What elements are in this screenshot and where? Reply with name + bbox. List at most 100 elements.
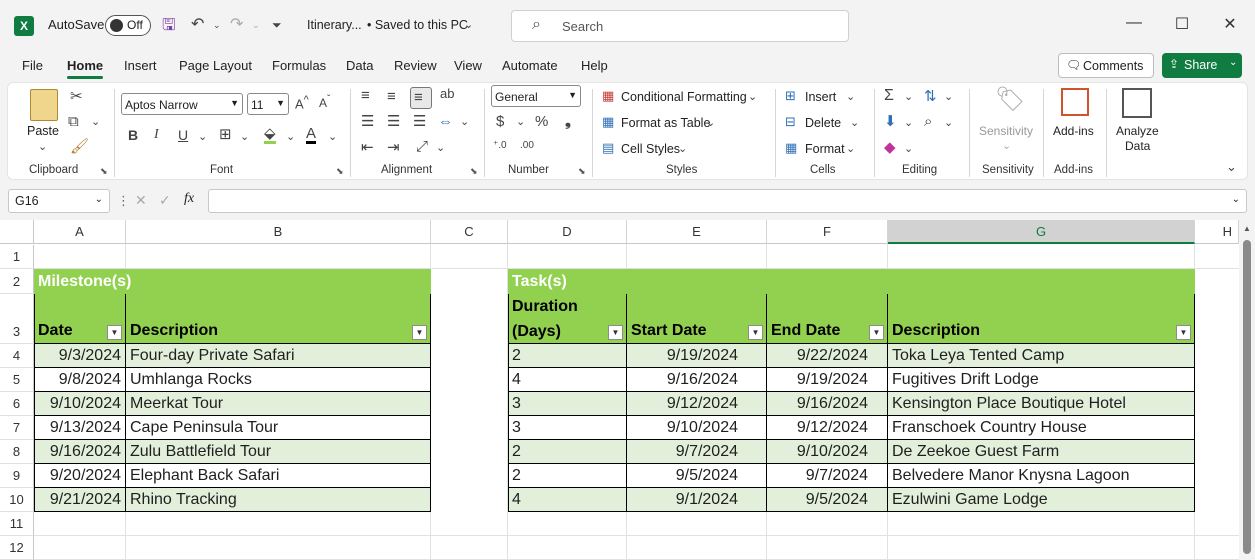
task-duration[interactable]: 2 xyxy=(508,344,627,368)
row-header-9[interactable]: 9 xyxy=(0,464,34,488)
milestone-date[interactable]: 9/8/2024 xyxy=(34,368,126,392)
task-start-date[interactable]: 9/19/2024 xyxy=(627,344,767,368)
chevron-down-icon[interactable]: ⌄ xyxy=(846,90,855,103)
row-header-7[interactable]: 7 xyxy=(0,416,34,440)
chevron-down-icon[interactable]: ⌄ xyxy=(91,115,100,128)
row-header-3[interactable]: 3 xyxy=(0,294,34,344)
format-as-table-button[interactable]: Format as Table xyxy=(621,116,710,130)
clear-icon[interactable]: ◆ xyxy=(884,140,896,155)
row-header-11[interactable]: 11 xyxy=(0,512,34,536)
analyze-data-button-line2[interactable]: Data xyxy=(1125,139,1150,153)
chevron-down-icon[interactable]: ⌄ xyxy=(904,142,913,155)
align-middle-icon[interactable]: ≡ xyxy=(387,89,396,104)
chevron-down-icon[interactable]: ⌄ xyxy=(748,90,757,103)
milestone-description[interactable]: Rhino Tracking xyxy=(126,488,431,512)
collapse-ribbon-icon[interactable]: ⌄ xyxy=(1226,159,1237,175)
dialog-launcher-icon[interactable]: ⬊ xyxy=(100,166,108,177)
filter-dropdown-icon[interactable]: ▼ xyxy=(869,325,884,340)
merge-center-icon[interactable]: ⇔ xyxy=(438,114,453,129)
task-end-date[interactable]: 9/19/2024 xyxy=(767,368,888,392)
cancel-icon[interactable]: ✕ xyxy=(135,192,147,209)
chevron-down-icon[interactable]: ⌄ xyxy=(944,90,953,103)
task-end-date[interactable]: 9/22/2024 xyxy=(767,344,888,368)
cell-styles-button[interactable]: Cell Styles xyxy=(621,142,680,156)
chevron-down-icon[interactable]: ⌄ xyxy=(198,130,207,143)
milestone-description[interactable]: Four-day Private Safari xyxy=(126,344,431,368)
share-button[interactable]: ⇪ Share ⌄ xyxy=(1162,53,1242,78)
milestones-header-description[interactable]: Description ▼ xyxy=(126,294,431,344)
tab-data[interactable]: Data xyxy=(346,58,373,73)
align-bottom-icon[interactable]: ≡ xyxy=(410,87,432,109)
dialog-launcher-icon[interactable]: ⬊ xyxy=(578,166,586,177)
row-header-12[interactable]: 12 xyxy=(0,536,34,560)
tab-page-layout[interactable]: Page Layout xyxy=(179,58,252,73)
task-end-date[interactable]: 9/5/2024 xyxy=(767,488,888,512)
task-duration[interactable]: 3 xyxy=(508,392,627,416)
tab-help[interactable]: Help xyxy=(581,58,608,73)
tasks-header-end-date[interactable]: End Date ▼ xyxy=(767,294,888,344)
font-name-select[interactable]: Aptos Narrow ▼ xyxy=(121,93,243,115)
number-format-select[interactable]: General ▼ xyxy=(491,85,581,107)
bold-icon[interactable]: B xyxy=(128,128,138,142)
tab-automate[interactable]: Automate xyxy=(502,58,558,73)
chevron-down-icon[interactable]: ⌄ xyxy=(516,115,525,128)
tab-home[interactable]: Home xyxy=(67,58,104,79)
close-icon[interactable]: ✕ xyxy=(1215,14,1245,34)
tasks-header-start-date[interactable]: Start Date ▼ xyxy=(627,294,767,344)
row-header-6[interactable]: 6 xyxy=(0,392,34,416)
row-header-1[interactable]: 1 xyxy=(0,245,34,269)
task-start-date[interactable]: 9/10/2024 xyxy=(627,416,767,440)
search-box[interactable]: ⌕ Search xyxy=(511,10,849,42)
chevron-down-icon[interactable]: ⌄ xyxy=(678,142,687,155)
row-header-5[interactable]: 5 xyxy=(0,368,34,392)
analyze-data-icon[interactable] xyxy=(1122,88,1152,118)
row-header-2[interactable]: 2 xyxy=(0,269,34,294)
chevron-down-icon[interactable]: ⌄ xyxy=(38,140,47,153)
delete-cells-icon[interactable]: ⊟ xyxy=(785,115,796,128)
insert-function-icon[interactable]: fx xyxy=(184,191,194,207)
chevron-down-icon[interactable]: ⌄ xyxy=(846,142,855,155)
chevron-down-icon[interactable]: ⌄ xyxy=(328,130,337,143)
vertical-scrollbar[interactable]: ▲ xyxy=(1239,220,1255,560)
increase-font-icon[interactable]: A^ xyxy=(295,95,309,111)
decrease-indent-icon[interactable]: ⇤ xyxy=(361,140,374,155)
sensitivity-icon[interactable]: 🏷 xyxy=(995,88,1025,112)
milestone-description[interactable]: Elephant Back Safari xyxy=(126,464,431,488)
scroll-up-icon[interactable]: ▲ xyxy=(1243,224,1251,233)
insert-cells-button[interactable]: Insert xyxy=(805,90,836,104)
underline-icon[interactable]: U xyxy=(178,128,188,142)
add-ins-icon[interactable] xyxy=(1061,88,1089,116)
tab-view[interactable]: View xyxy=(454,58,482,73)
filter-dropdown-icon[interactable]: ▼ xyxy=(107,325,122,340)
percent-icon[interactable]: % xyxy=(535,114,548,129)
name-box[interactable]: G16 ⌄ xyxy=(8,189,110,213)
milestone-date[interactable]: 9/20/2024 xyxy=(34,464,126,488)
task-description[interactable]: Fugitives Drift Lodge xyxy=(888,368,1195,392)
tab-formulas[interactable]: Formulas xyxy=(272,58,326,73)
task-start-date[interactable]: 9/7/2024 xyxy=(627,440,767,464)
copy-icon[interactable]: ⧉ xyxy=(68,114,79,129)
cell-styles-icon[interactable]: ▤ xyxy=(602,141,614,154)
chevron-down-icon[interactable]: ⌄ xyxy=(460,115,469,128)
chevron-down-icon[interactable]: ⌄ xyxy=(286,130,295,143)
task-description[interactable]: Kensington Place Boutique Hotel xyxy=(888,392,1195,416)
milestones-title[interactable]: Milestone(s) xyxy=(34,269,431,294)
chevron-down-icon[interactable]: ⌄ xyxy=(436,141,445,154)
milestone-date[interactable]: 9/3/2024 xyxy=(34,344,126,368)
conditional-formatting-icon[interactable]: ▦ xyxy=(602,89,614,102)
maximize-icon[interactable]: ☐ xyxy=(1167,14,1197,34)
column-header-e[interactable]: E xyxy=(627,220,767,244)
sort-filter-icon[interactable]: ⇅ xyxy=(924,89,937,104)
undo-icon[interactable]: ↶ xyxy=(191,14,204,34)
expand-formula-icon[interactable]: ⌄ xyxy=(1232,194,1240,205)
row-header-4[interactable]: 4 xyxy=(0,344,34,368)
more-options-icon[interactable]: ⋮ xyxy=(117,193,130,209)
redo-icon[interactable]: ↷ xyxy=(230,14,243,34)
column-header-h[interactable]: H xyxy=(1195,220,1239,244)
file-name[interactable]: Itinerary... xyxy=(307,18,362,32)
cut-icon[interactable]: ✂ xyxy=(70,89,83,104)
filter-dropdown-icon[interactable]: ▼ xyxy=(1176,325,1191,340)
align-top-icon[interactable]: ≡ xyxy=(361,88,370,103)
customize-toolbar-icon[interactable]: ⏷ xyxy=(272,18,282,33)
column-header-f[interactable]: F xyxy=(767,220,888,244)
